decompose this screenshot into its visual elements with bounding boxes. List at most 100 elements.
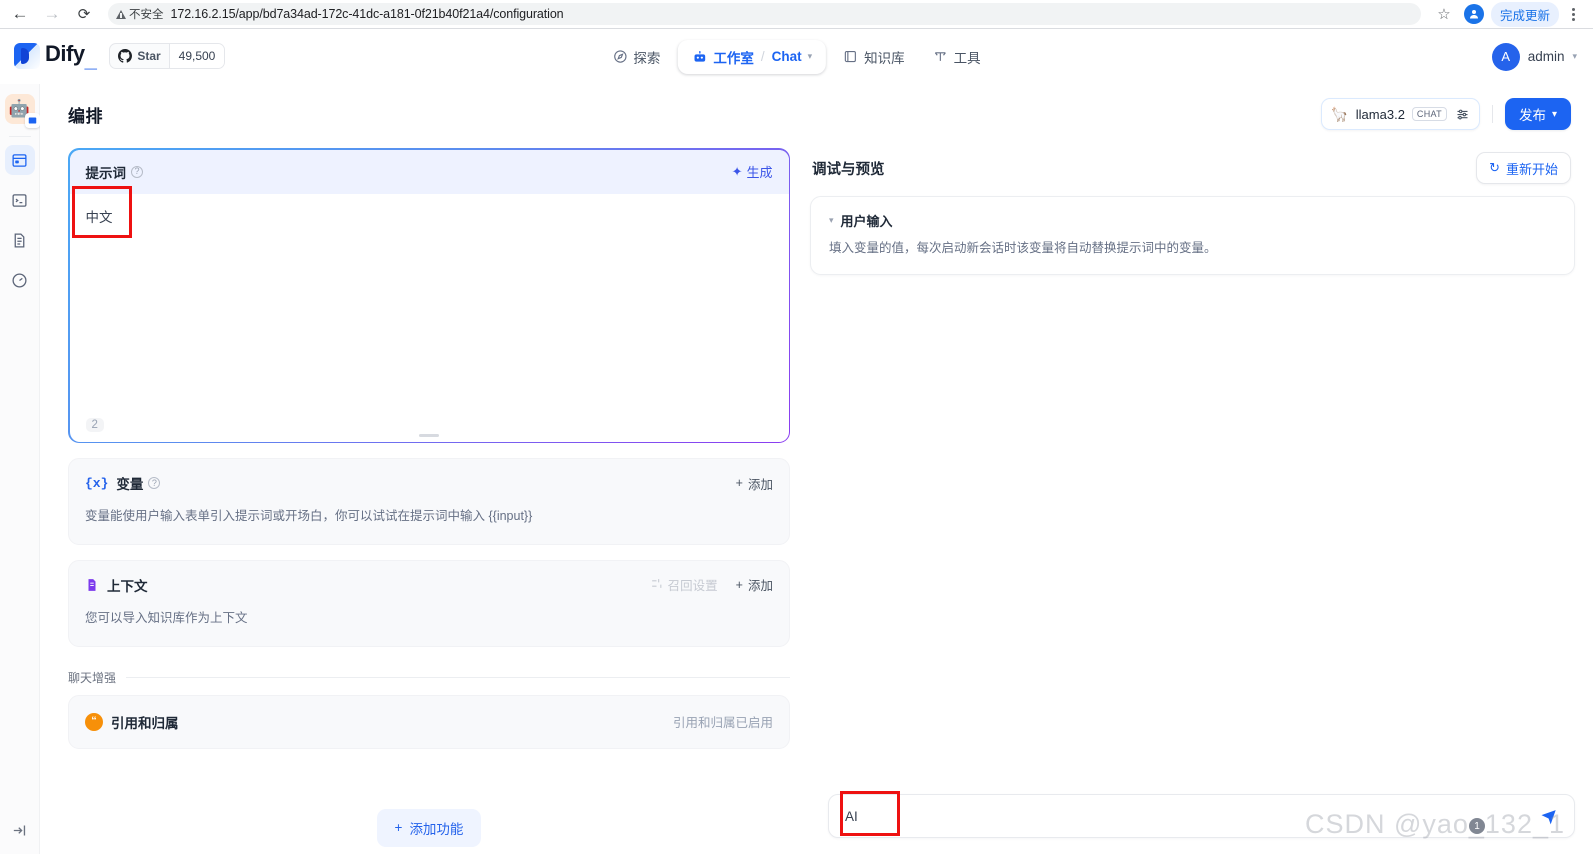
prompt-text: 中文: [85, 209, 113, 225]
variables-panel-header: {x} 变量 ? + 添加: [69, 459, 789, 507]
chevron-down-icon: ▾: [1551, 108, 1557, 120]
address-bar[interactable]: 不安全 172.16.2.15/app/bd7a34ad-172c-41dc-a…: [108, 3, 1421, 25]
chat-input[interactable]: AI: [828, 794, 1575, 838]
profile-avatar-icon[interactable]: [1463, 4, 1484, 24]
workspace: 编排 🦙 llama3.2 CHAT 发布 ▾ 提示词 ? ✦ 生成 中文 2 …: [40, 84, 1593, 854]
user-chevron-down-icon[interactable]: ▾: [1572, 51, 1577, 62]
avatar[interactable]: A: [1491, 42, 1520, 71]
config-column: 提示词 ? ✦ 生成 中文 2 {x} 变量 ? + 添加 变量能使用户输入表单…: [68, 148, 790, 854]
context-document-icon: [85, 578, 99, 592]
feature-citation-title: 引用和归属: [111, 715, 179, 731]
nav-tools[interactable]: 工具: [922, 40, 992, 74]
plus-icon: +: [735, 476, 743, 490]
browser-toolbar: ← → ⟳ 不安全 172.16.2.15/app/bd7a34ad-172c-…: [0, 0, 1593, 28]
info-icon[interactable]: ?: [148, 477, 161, 489]
prompt-title: 提示词: [85, 165, 127, 181]
variables-title: 变量: [116, 477, 144, 492]
variables-panel-actions: + 添加: [736, 474, 773, 493]
sidebar-item-orchestrate[interactable]: [4, 145, 35, 175]
model-selector[interactable]: 🦙 llama3.2 CHAT: [1320, 98, 1480, 130]
info-icon[interactable]: ?: [131, 165, 143, 178]
publish-label: 发布: [1518, 108, 1546, 123]
citation-quote-icon: “: [85, 712, 103, 731]
chevron-down-icon[interactable]: ▾: [808, 51, 813, 62]
app-robot-avatar[interactable]: 🤖: [4, 94, 40, 128]
add-variable-label: 添加: [747, 477, 773, 492]
prompt-card-inner: 提示词 ? ✦ 生成 中文 2: [69, 149, 789, 442]
app-header: Dify_ Star 49,500 探索 工作室 / Chat ▾ 知识库 工具…: [0, 29, 1593, 85]
user-input-description: 填入变量的值，每次启动新会话时该变量将自动替换提示词中的变量。: [829, 241, 1217, 255]
header-user-area: A admin ▾: [1491, 42, 1577, 71]
update-button[interactable]: 完成更新: [1490, 1, 1559, 27]
context-panel: 上下文 召回设置 + 添加 您可以导入知识库作为上下文: [68, 559, 790, 647]
prompt-card-header: 提示词 ? ✦ 生成: [69, 149, 789, 194]
nav-knowledge[interactable]: 知识库: [832, 40, 916, 74]
generate-label: 生成: [746, 165, 773, 180]
plus-icon: +: [735, 577, 743, 592]
section-divider: [126, 676, 790, 678]
dify-logo[interactable]: Dify_: [14, 41, 97, 72]
nav-explore[interactable]: 探索: [601, 40, 671, 74]
llama-icon: 🦙: [1330, 105, 1348, 122]
github-star-count: 49,500: [168, 44, 225, 69]
user-input-title: 用户输入: [840, 214, 893, 229]
action-divider: [1491, 105, 1493, 123]
add-variable-button[interactable]: + 添加: [736, 474, 773, 493]
sliders-icon[interactable]: [1454, 107, 1470, 122]
rail-divider: [8, 136, 31, 137]
publish-button[interactable]: 发布 ▾: [1504, 98, 1571, 130]
collapse-panel-icon[interactable]: [6, 816, 34, 844]
security-indicator[interactable]: 不安全: [116, 6, 164, 22]
variables-description: 变量能使用户输入表单引入提示词或开场白，你可以试试在提示词中输入 {{input…: [85, 509, 533, 523]
brand-area: Dify_ Star 49,500: [10, 41, 226, 72]
chat-input-area: AI: [828, 794, 1575, 838]
add-feature-button[interactable]: + 添加功能: [376, 808, 482, 847]
chevron-down-icon[interactable]: ▾: [829, 215, 834, 226]
user-input-header[interactable]: ▾ 用户输入: [829, 211, 1556, 230]
nav-explore-label: 探索: [633, 50, 661, 66]
prompt-editor[interactable]: 中文 2: [70, 194, 789, 442]
context-title: 上下文: [107, 578, 148, 594]
tool-icon: [933, 49, 948, 64]
nav-studio[interactable]: 工作室 / Chat ▾: [677, 39, 827, 74]
warning-triangle-icon: [116, 9, 126, 19]
forward-arrow-icon[interactable]: →: [38, 0, 66, 28]
restart-button[interactable]: ↻ 重新开始: [1476, 152, 1571, 184]
preview-title: 调试与预览: [812, 161, 885, 178]
github-star-label: Star: [137, 49, 161, 64]
kebab-menu-icon[interactable]: [1561, 7, 1583, 21]
back-arrow-icon[interactable]: ←: [6, 0, 34, 28]
security-label: 不安全: [129, 9, 164, 21]
chat-enhance-label: 聊天增强: [68, 670, 117, 685]
github-star-button[interactable]: Star 49,500: [109, 43, 226, 70]
generate-button[interactable]: ✦ 生成: [732, 162, 773, 181]
browser-actions: ☆ 完成更新: [1431, 1, 1583, 27]
star-icon[interactable]: ☆: [1431, 1, 1457, 27]
variable-braces-icon: {x}: [85, 475, 109, 491]
sidebar-item-logs[interactable]: [5, 225, 35, 255]
sidebar-item-monitoring[interactable]: [5, 265, 35, 295]
nav-tools-label: 工具: [953, 50, 981, 66]
resize-grip[interactable]: [419, 433, 439, 437]
nav-chat-label[interactable]: Chat: [772, 49, 802, 64]
refresh-icon: ↻: [1489, 160, 1500, 175]
chat-enhance-section-label: 聊天增强: [68, 669, 790, 686]
preview-column: 调试与预览 ↻ 重新开始 ▾ 用户输入 填入变量的值，每次启动新会话时该变量将自…: [810, 148, 1575, 854]
feature-citation-row[interactable]: “ 引用和归属 引用和归属已启用: [68, 694, 790, 749]
retrieval-settings-button[interactable]: 召回设置: [650, 575, 718, 594]
context-description: 您可以导入知识库作为上下文: [85, 610, 248, 625]
dify-logo-icon: [14, 43, 40, 70]
add-context-button[interactable]: + 添加: [736, 575, 773, 594]
sidebar-item-api-access[interactable]: [5, 185, 35, 215]
github-icon: [118, 49, 133, 64]
model-type-badge: CHAT: [1411, 107, 1447, 121]
add-feature-label: 添加功能: [409, 821, 464, 837]
url-text: 172.16.2.15/app/bd7a34ad-172c-41dc-a181-…: [170, 7, 564, 21]
robot-icon: [691, 49, 707, 65]
dify-wordmark: Dify_: [45, 41, 97, 72]
header-nav: 探索 工作室 / Chat ▾ 知识库 工具: [601, 39, 992, 74]
user-name[interactable]: admin: [1528, 49, 1565, 64]
prompt-char-count: 2: [85, 417, 104, 432]
send-arrow-icon[interactable]: [1536, 803, 1562, 829]
reload-icon[interactable]: ⟳: [70, 0, 98, 28]
